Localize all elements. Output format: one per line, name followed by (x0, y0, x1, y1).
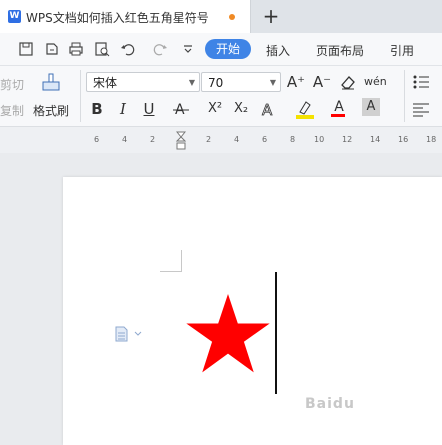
ruler-tick: 6 (262, 135, 268, 144)
margin-corner-marker (160, 271, 182, 272)
align-left-icon[interactable] (410, 98, 432, 120)
save-icon[interactable] (18, 41, 34, 57)
highlight-color-icon[interactable] (294, 98, 316, 120)
menu-bar: 开始 插入 页面布局 引用 (0, 33, 442, 66)
margin-corner-marker (181, 250, 182, 272)
print-preview-icon[interactable] (94, 41, 110, 57)
font-size-value: 70 (208, 76, 224, 90)
subscript-button[interactable]: X₂ (230, 98, 252, 120)
redo-icon[interactable] (152, 41, 168, 57)
font-size-select[interactable]: 70 ▼ (201, 72, 281, 92)
document-title: WPS文档如何插入红色五角星符号 (26, 11, 209, 25)
strikethrough-icon[interactable]: A (170, 98, 192, 120)
undo-icon[interactable] (120, 41, 136, 57)
ruler-tick: 16 (398, 135, 409, 144)
tab-page-layout[interactable]: 页面布局 (316, 42, 364, 59)
tab-start[interactable]: 开始 (205, 39, 251, 59)
phonetic-guide-button[interactable]: wén (364, 71, 387, 93)
red-star-symbol[interactable] (186, 294, 270, 374)
character-shading-icon[interactable]: A (362, 98, 380, 116)
bullet-list-icon[interactable] (410, 71, 432, 93)
ruler-tick: 6 (94, 135, 100, 144)
text-cursor (275, 272, 277, 394)
clear-format-icon[interactable] (337, 71, 359, 93)
ribbon-toolbar: 剪切 复制 格式刷 宋体 ▼ 70 ▼ A⁺ A⁻ wén B I U A X²… (0, 66, 442, 127)
customize-toolbar-icon[interactable] (180, 41, 196, 57)
ruler-tick: 2 (206, 135, 212, 144)
paragraph-layout-icon[interactable] (114, 326, 144, 342)
ruler-tick: 4 (122, 135, 128, 144)
text-effect-icon[interactable]: A (258, 98, 280, 120)
ruler-tick: 12 (342, 135, 353, 144)
ruler-tick: 2 (150, 135, 156, 144)
chevron-down-icon: ▼ (188, 78, 195, 87)
svg-text:A: A (262, 101, 273, 119)
font-color-button[interactable]: A (328, 96, 350, 118)
superscript-button[interactable]: X² (204, 98, 226, 120)
shrink-font-button[interactable]: A⁻ (311, 71, 333, 93)
divider (404, 70, 405, 122)
document-tab[interactable]: W WPS文档如何插入红色五角星符号 (0, 0, 251, 33)
divider (80, 70, 81, 122)
copy-button[interactable]: 复制 (0, 102, 24, 119)
new-tab-button[interactable]: + (260, 4, 282, 28)
ruler-tick: 14 (370, 135, 381, 144)
font-name-value: 宋体 (93, 76, 118, 90)
output-icon[interactable] (44, 41, 60, 57)
print-icon[interactable] (68, 41, 84, 57)
font-name-select[interactable]: 宋体 ▼ (86, 72, 200, 92)
grow-font-button[interactable]: A⁺ (285, 71, 307, 93)
ruler-tick: 4 (234, 135, 240, 144)
format-painter-icon[interactable] (40, 72, 62, 96)
underline-button[interactable]: U (138, 98, 160, 120)
cut-button[interactable]: 剪切 (0, 76, 24, 93)
tab-reference[interactable]: 引用 (390, 42, 414, 59)
wps-logo-icon: W (8, 10, 21, 23)
italic-button[interactable]: I (112, 98, 134, 120)
ruler-tick: 18 (426, 135, 437, 144)
title-bar: W WPS文档如何插入红色五角星符号 + (0, 0, 442, 33)
unsaved-dot-icon (229, 14, 235, 20)
baidu-watermark: Baidu (305, 396, 355, 412)
chevron-down-icon: ▼ (269, 78, 276, 87)
tab-insert[interactable]: 插入 (266, 42, 290, 59)
indent-marker-icon[interactable] (175, 131, 187, 151)
ruler-tick: 10 (314, 135, 325, 144)
ruler-tick: 8 (290, 135, 296, 144)
horizontal-ruler[interactable]: 6 4 2 2 4 6 8 10 12 14 16 18 (0, 127, 442, 153)
format-painter-button[interactable]: 格式刷 (33, 102, 69, 119)
bold-button[interactable]: B (86, 98, 108, 120)
font-color-swatch (331, 114, 345, 117)
font-color-letter: A (334, 99, 344, 115)
